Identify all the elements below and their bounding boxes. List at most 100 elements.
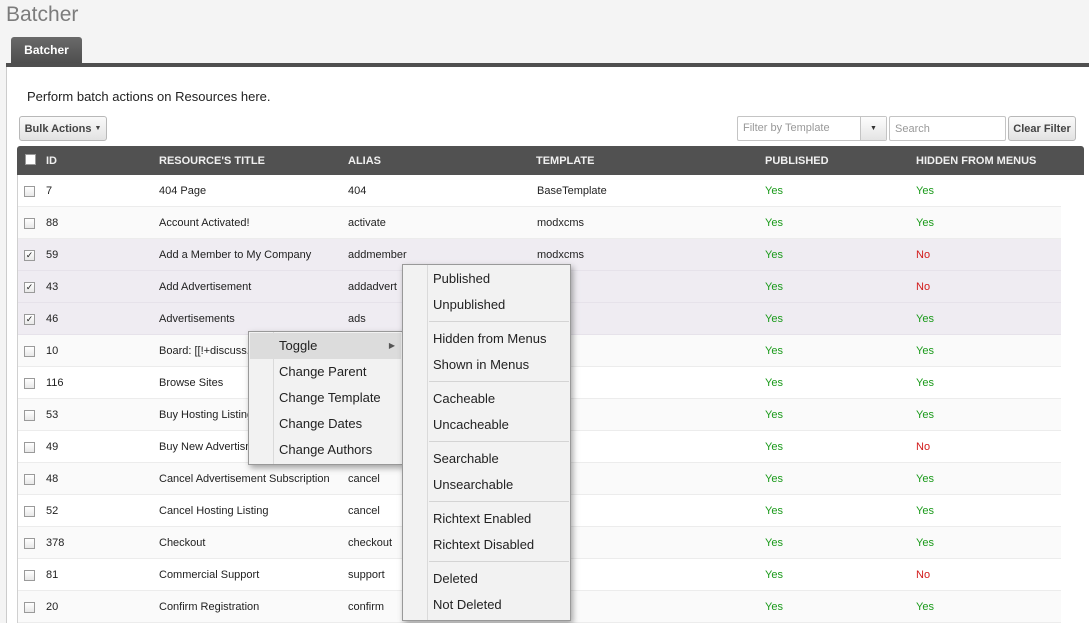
bulk-actions-label: Bulk Actions bbox=[24, 122, 92, 135]
row-checkbox[interactable] bbox=[24, 602, 35, 613]
column-header-hidden[interactable]: HIDDEN FROM MENUS bbox=[916, 155, 1036, 167]
cell-published: Yes bbox=[765, 217, 783, 229]
checkmark-icon: ✓ bbox=[25, 250, 34, 260]
submenu-item-shown-in-menus[interactable]: Shown in Menus bbox=[404, 352, 569, 378]
cell-published: Yes bbox=[765, 185, 783, 197]
page-title: Batcher bbox=[6, 3, 79, 26]
cell-hidden: Yes bbox=[916, 601, 934, 613]
cell-published: Yes bbox=[765, 249, 783, 261]
cell-alias: addmember bbox=[348, 249, 407, 261]
column-header-template[interactable]: TEMPLATE bbox=[536, 155, 594, 167]
grid-scrollbar[interactable] bbox=[1061, 175, 1084, 623]
tab-batcher[interactable]: Batcher bbox=[11, 37, 82, 64]
table-row[interactable]: 88 Account Activated! activate modxcms Yes Ye… bbox=[18, 207, 1062, 239]
row-checkbox[interactable]: ✓ bbox=[24, 314, 35, 325]
menu-separator bbox=[429, 561, 569, 562]
cell-published: Yes bbox=[765, 537, 783, 549]
submenu-item-searchable[interactable]: Searchable bbox=[404, 446, 569, 472]
checkmark-icon: ✓ bbox=[25, 314, 34, 324]
cell-title: Cancel Advertisement Subscription bbox=[159, 473, 330, 485]
cell-published: Yes bbox=[765, 377, 783, 389]
submenu-item-richtext-enabled[interactable]: Richtext Enabled bbox=[404, 506, 569, 532]
template-filter-select[interactable]: Filter by Template ▼ bbox=[737, 116, 887, 141]
cell-id: 52 bbox=[46, 505, 59, 517]
column-header-published[interactable]: PUBLISHED bbox=[765, 155, 829, 167]
cell-id: 116 bbox=[46, 377, 64, 389]
cell-id: 59 bbox=[46, 249, 59, 261]
cell-id: 20 bbox=[46, 601, 59, 613]
submenu-item-not-deleted[interactable]: Not Deleted bbox=[404, 592, 569, 618]
cell-id: 88 bbox=[46, 217, 59, 229]
table-row[interactable]: 7 404 Page 404 BaseTemplate Yes Yes bbox=[18, 175, 1062, 207]
cell-id: 7 bbox=[46, 185, 53, 197]
row-checkbox[interactable] bbox=[24, 506, 35, 517]
submenu-item-deleted[interactable]: Deleted bbox=[404, 566, 569, 592]
cell-published: Yes bbox=[765, 601, 783, 613]
cell-hidden: No bbox=[916, 569, 931, 581]
submenu-item-unsearchable[interactable]: Unsearchable bbox=[404, 472, 569, 498]
cell-title: Checkout bbox=[159, 537, 206, 549]
row-checkbox[interactable]: ✓ bbox=[24, 250, 35, 261]
menu-separator bbox=[429, 441, 569, 442]
toggle-submenu: Published Unpublished Hidden from Menus … bbox=[402, 264, 571, 621]
cell-hidden: Yes bbox=[916, 345, 934, 357]
cell-id: 378 bbox=[46, 537, 65, 549]
cell-id: 10 bbox=[46, 345, 59, 357]
cell-hidden: Yes bbox=[916, 377, 934, 389]
cell-title: Account Activated! bbox=[159, 217, 250, 229]
cell-id: 48 bbox=[46, 473, 59, 485]
row-checkbox[interactable] bbox=[24, 346, 35, 357]
column-header-id[interactable]: ID bbox=[46, 155, 57, 167]
menu-separator bbox=[429, 501, 569, 502]
row-checkbox[interactable] bbox=[24, 410, 35, 421]
menu-item-change-parent[interactable]: Change Parent bbox=[250, 359, 401, 385]
row-checkbox[interactable] bbox=[24, 474, 35, 485]
cell-published: Yes bbox=[765, 505, 783, 517]
template-filter-placeholder: Filter by Template bbox=[743, 122, 830, 134]
cell-alias: 404 bbox=[348, 185, 367, 197]
search-input[interactable] bbox=[889, 116, 1006, 141]
menu-item-change-dates[interactable]: Change Dates bbox=[250, 411, 401, 437]
select-all-checkbox[interactable] bbox=[25, 154, 36, 165]
column-header-title[interactable]: RESOURCE'S TITLE bbox=[159, 155, 265, 167]
row-checkbox[interactable] bbox=[24, 538, 35, 549]
submenu-item-unpublished[interactable]: Unpublished bbox=[404, 292, 569, 318]
cell-id: 46 bbox=[46, 313, 59, 325]
row-checkbox[interactable] bbox=[24, 570, 35, 581]
row-checkbox[interactable]: ✓ bbox=[24, 282, 35, 293]
cell-hidden: Yes bbox=[916, 473, 934, 485]
row-checkbox[interactable] bbox=[24, 442, 35, 453]
cell-published: Yes bbox=[765, 441, 783, 453]
checkmark-icon: ✓ bbox=[25, 282, 34, 292]
cell-title: Confirm Registration bbox=[159, 601, 260, 613]
menu-item-toggle[interactable]: Toggle ▶ bbox=[250, 333, 401, 359]
cell-template: BaseTemplate bbox=[537, 185, 607, 197]
cell-published: Yes bbox=[765, 313, 783, 325]
menu-item-change-template[interactable]: Change Template bbox=[250, 385, 401, 411]
submenu-item-published[interactable]: Published bbox=[404, 266, 569, 292]
dropdown-arrow-icon[interactable]: ▼ bbox=[860, 117, 886, 140]
cell-hidden: Yes bbox=[916, 505, 934, 517]
submenu-item-uncacheable[interactable]: Uncacheable bbox=[404, 412, 569, 438]
cell-id: 43 bbox=[46, 281, 59, 293]
cell-hidden: Yes bbox=[916, 313, 934, 325]
submenu-item-cacheable[interactable]: Cacheable bbox=[404, 386, 569, 412]
cell-published: Yes bbox=[765, 409, 783, 421]
column-header-alias[interactable]: ALIAS bbox=[348, 155, 381, 167]
cell-title: Advertisements bbox=[159, 313, 235, 325]
row-checkbox[interactable] bbox=[24, 186, 35, 197]
submenu-item-richtext-disabled[interactable]: Richtext Disabled bbox=[404, 532, 569, 558]
cell-published: Yes bbox=[765, 473, 783, 485]
clear-filter-button[interactable]: Clear Filter bbox=[1008, 116, 1076, 141]
row-checkbox[interactable] bbox=[24, 218, 35, 229]
row-checkbox[interactable] bbox=[24, 378, 35, 389]
grid-header: ID RESOURCE'S TITLE ALIAS TEMPLATE PUBLI… bbox=[17, 146, 1084, 175]
menu-item-change-authors[interactable]: Change Authors bbox=[250, 437, 401, 463]
cell-title: 404 Page bbox=[159, 185, 207, 197]
context-menu: Toggle ▶ Change Parent Change Template C… bbox=[248, 331, 403, 465]
bulk-actions-button[interactable]: Bulk Actions ▼ bbox=[19, 116, 107, 141]
menu-item-label: Toggle bbox=[279, 338, 318, 353]
cell-title: Add a Member to My Company bbox=[159, 249, 312, 261]
submenu-item-hidden-from-menus[interactable]: Hidden from Menus bbox=[404, 326, 569, 352]
cell-published: Yes bbox=[765, 345, 783, 357]
